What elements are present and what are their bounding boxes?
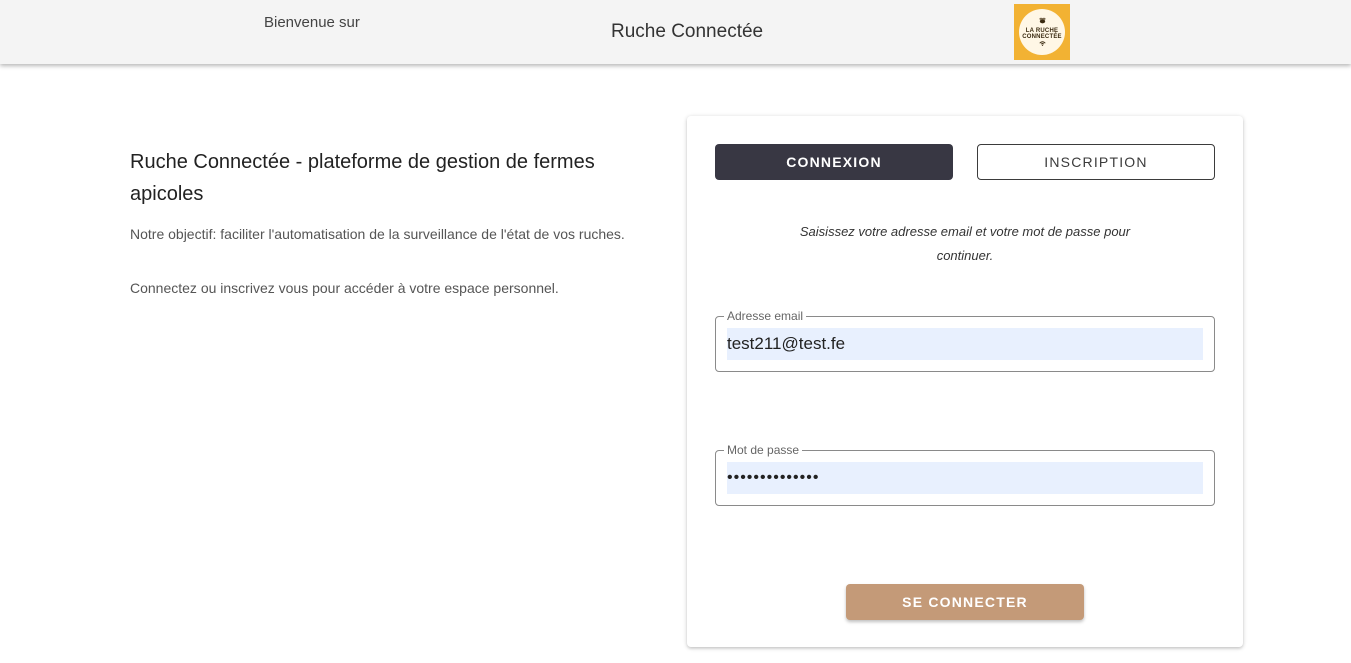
login-button[interactable]: SE CONNECTER bbox=[846, 584, 1084, 620]
login-instructions: Saisissez votre adresse email et votre m… bbox=[799, 224, 1131, 263]
intro-title: Ruche Connectée - plateforme de gestion … bbox=[130, 151, 595, 205]
top-bar: Bienvenue sur Ruche Connectée LA RUCHE C… bbox=[0, 0, 1351, 64]
wifi-icon bbox=[1038, 41, 1046, 48]
password-field: Mot de passe bbox=[715, 443, 1215, 506]
email-field: Adresse email bbox=[715, 309, 1215, 372]
welcome-text: Bienvenue sur bbox=[264, 14, 360, 31]
password-label: Mot de passe bbox=[724, 443, 803, 457]
app-logo: LA RUCHE CONNECTÉE bbox=[1014, 4, 1070, 60]
login-card: CONNEXION INSCRIPTION Saisissez votre ad… bbox=[687, 116, 1243, 647]
intro-cta: Connectez ou inscrivez vous pour accéder… bbox=[130, 280, 559, 296]
app-title: Ruche Connectée bbox=[611, 21, 764, 42]
tab-login[interactable]: CONNEXION bbox=[715, 144, 953, 180]
page: Bienvenue sur Ruche Connectée LA RUCHE C… bbox=[0, 0, 1351, 663]
tab-signup[interactable]: INSCRIPTION bbox=[977, 144, 1215, 180]
logo-badge: LA RUCHE CONNECTÉE bbox=[1019, 9, 1065, 55]
intro-objective: Notre objectif: faciliter l'automatisati… bbox=[130, 226, 625, 242]
email-input[interactable] bbox=[727, 328, 1203, 360]
logo-text-line2: CONNECTÉE bbox=[1022, 34, 1062, 40]
password-input[interactable] bbox=[727, 462, 1203, 494]
email-label: Adresse email bbox=[724, 309, 807, 323]
bee-icon bbox=[1038, 16, 1047, 27]
